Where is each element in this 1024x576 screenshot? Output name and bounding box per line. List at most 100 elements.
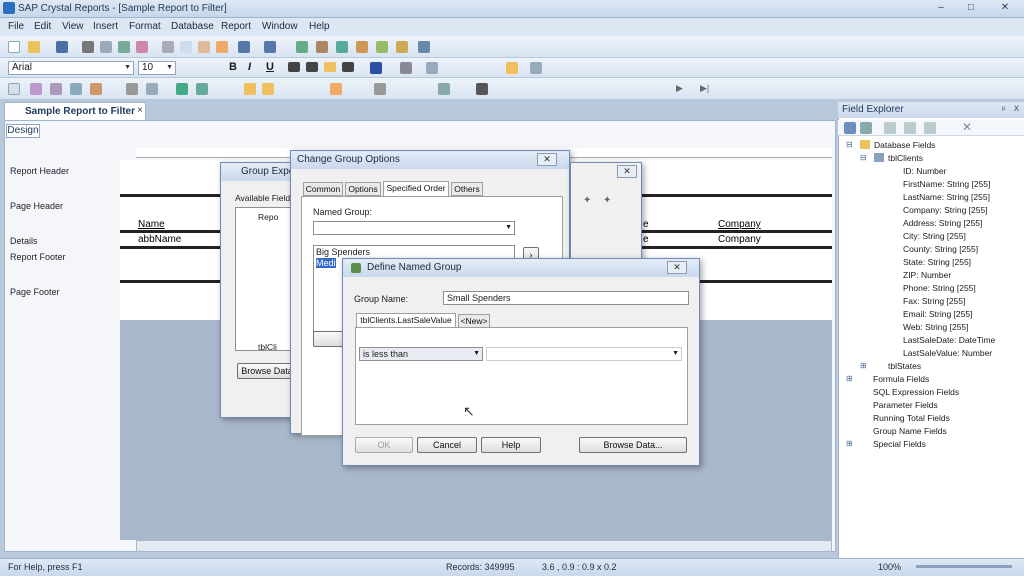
- fe-group-name-fields[interactable]: Group Name Fields: [873, 426, 947, 436]
- fe-field[interactable]: Company: String [255]: [903, 205, 988, 215]
- menu-window[interactable]: Window: [262, 21, 298, 32]
- menu-view[interactable]: View: [62, 21, 84, 32]
- report-options-icon[interactable]: [438, 83, 450, 95]
- document-tab[interactable]: Sample Report to Filter ×: [4, 102, 146, 120]
- horizontal-scrollbar[interactable]: [136, 540, 832, 552]
- open-icon[interactable]: [28, 41, 40, 53]
- export-icon[interactable]: [118, 41, 130, 53]
- chart-icon[interactable]: [176, 83, 188, 95]
- move-down-icon[interactable]: ✦: [603, 195, 611, 206]
- menu-insert[interactable]: Insert: [93, 21, 118, 32]
- fe-database-fields[interactable]: Database Fields: [874, 140, 935, 150]
- section-details[interactable]: Details: [10, 236, 38, 246]
- menu-database[interactable]: Database: [171, 21, 214, 32]
- fe-field[interactable]: County: String [255]: [903, 244, 978, 254]
- fe-field[interactable]: State: String [255]: [903, 257, 971, 267]
- borders-icon[interactable]: [400, 62, 412, 74]
- align-right-icon[interactable]: [324, 62, 336, 72]
- new-field-icon[interactable]: [884, 122, 896, 134]
- edit-field-icon[interactable]: [904, 122, 916, 134]
- text-object-icon[interactable]: [8, 83, 20, 95]
- rename-icon[interactable]: [924, 122, 936, 134]
- new-icon[interactable]: [8, 41, 20, 53]
- maximize-button[interactable]: □: [960, 1, 982, 15]
- expand-icon[interactable]: ⊞: [846, 439, 853, 448]
- sort-expert-icon[interactable]: [316, 41, 328, 53]
- fe-field[interactable]: LastName: String [255]: [903, 192, 990, 202]
- fe-field[interactable]: City: String [255]: [903, 231, 966, 241]
- zoom-slider[interactable]: [916, 565, 1012, 568]
- delete-icon[interactable]: ✕: [962, 120, 972, 134]
- size-position-icon[interactable]: [262, 83, 274, 95]
- fe-table-clients[interactable]: tblClients: [888, 153, 923, 163]
- formula-workshop-icon[interactable]: [396, 41, 408, 53]
- menu-help[interactable]: Help: [309, 21, 330, 32]
- available-fields-tree[interactable]: Repo tblCli: [235, 207, 297, 352]
- section-page-header[interactable]: Page Header: [10, 201, 63, 211]
- refresh-icon[interactable]: [136, 41, 148, 53]
- hyperlink-icon[interactable]: [476, 83, 488, 95]
- tree-item-tblclients[interactable]: tblCli: [258, 342, 277, 352]
- collapse-icon[interactable]: ⊟: [846, 140, 853, 149]
- minimize-button[interactable]: –: [930, 1, 952, 15]
- align-left-icon[interactable]: [288, 62, 300, 72]
- tab-new[interactable]: <New>: [458, 314, 490, 328]
- menu-edit[interactable]: Edit: [34, 21, 51, 32]
- details-name-field[interactable]: abbName: [138, 234, 181, 245]
- copy-icon[interactable]: [180, 41, 192, 53]
- menu-file[interactable]: File: [8, 21, 24, 32]
- save-icon[interactable]: [56, 41, 68, 53]
- font-color-icon[interactable]: [370, 62, 382, 74]
- page-header-name-field[interactable]: Name: [138, 219, 165, 230]
- fe-sql-expression-fields[interactable]: SQL Expression Fields: [873, 387, 959, 397]
- browse-icon[interactable]: [860, 122, 872, 134]
- named-group-combo[interactable]: ▼: [313, 221, 515, 235]
- list-item-selected[interactable]: Medi: [316, 258, 336, 268]
- fe-field[interactable]: ZIP: Number: [903, 270, 951, 280]
- fe-field[interactable]: LastSaleValue: Number: [903, 348, 992, 358]
- ok-button[interactable]: OK: [355, 437, 413, 453]
- fe-table-states[interactable]: tblStates: [888, 361, 921, 371]
- operator-combo[interactable]: is less than ▼: [359, 347, 483, 361]
- summary-icon[interactable]: [50, 83, 62, 95]
- fe-parameter-fields[interactable]: Parameter Fields: [873, 400, 938, 410]
- decimal-icon[interactable]: [530, 62, 542, 74]
- browse-data-button[interactable]: Browse Data...: [579, 437, 687, 453]
- menu-format[interactable]: Format: [129, 21, 161, 32]
- lock-format-icon[interactable]: [244, 83, 256, 95]
- cross-tab-icon[interactable]: [70, 83, 82, 95]
- fe-field[interactable]: ID: Number: [903, 166, 946, 176]
- pin-icon[interactable]: ᵖ: [1002, 104, 1005, 114]
- cancel-button[interactable]: Cancel: [417, 437, 477, 453]
- subreport-icon[interactable]: [90, 83, 102, 95]
- fe-field[interactable]: LastSaleDate: DateTime: [903, 335, 995, 345]
- tab-specified-order[interactable]: Specified Order: [383, 181, 449, 196]
- fe-formula-fields[interactable]: Formula Fields: [873, 374, 929, 384]
- arrow-right-icon[interactable]: ▶: [676, 83, 683, 94]
- page-header-company-field[interactable]: Company: [718, 219, 761, 230]
- browse-data-button[interactable]: Browse Data: [237, 363, 297, 379]
- group-expert-icon[interactable]: [296, 41, 308, 53]
- fe-field[interactable]: Web: String [255]: [903, 322, 969, 332]
- list-item[interactable]: Big Spenders: [316, 247, 370, 257]
- section-expert-icon[interactable]: [376, 41, 388, 53]
- group-name-input[interactable]: Small Spenders: [443, 291, 689, 305]
- paste-icon[interactable]: [198, 41, 210, 53]
- collapse-icon[interactable]: ⊟: [860, 153, 867, 162]
- close-dialog-button[interactable]: ✕: [667, 261, 687, 274]
- section-page-footer[interactable]: Page Footer: [10, 287, 60, 297]
- tree-item-report[interactable]: Repo: [258, 212, 278, 222]
- close-window-button[interactable]: ✕: [994, 1, 1016, 15]
- hidden-field-value[interactable]: e: [643, 234, 649, 245]
- italic-button[interactable]: I: [248, 61, 251, 73]
- fe-field[interactable]: Email: String [255]: [903, 309, 972, 319]
- help-button[interactable]: Help: [481, 437, 541, 453]
- print-preview-icon[interactable]: [100, 41, 112, 53]
- find-icon[interactable]: [418, 41, 430, 53]
- tab-lastsalevalue[interactable]: tblClients.LastSaleValue: [356, 313, 456, 328]
- fe-special-fields[interactable]: Special Fields: [873, 439, 926, 449]
- close-dialog-button[interactable]: ✕: [537, 153, 557, 166]
- close-icon[interactable]: x: [1014, 103, 1019, 114]
- move-icon[interactable]: [374, 83, 386, 95]
- section-report-header[interactable]: Report Header: [10, 166, 69, 176]
